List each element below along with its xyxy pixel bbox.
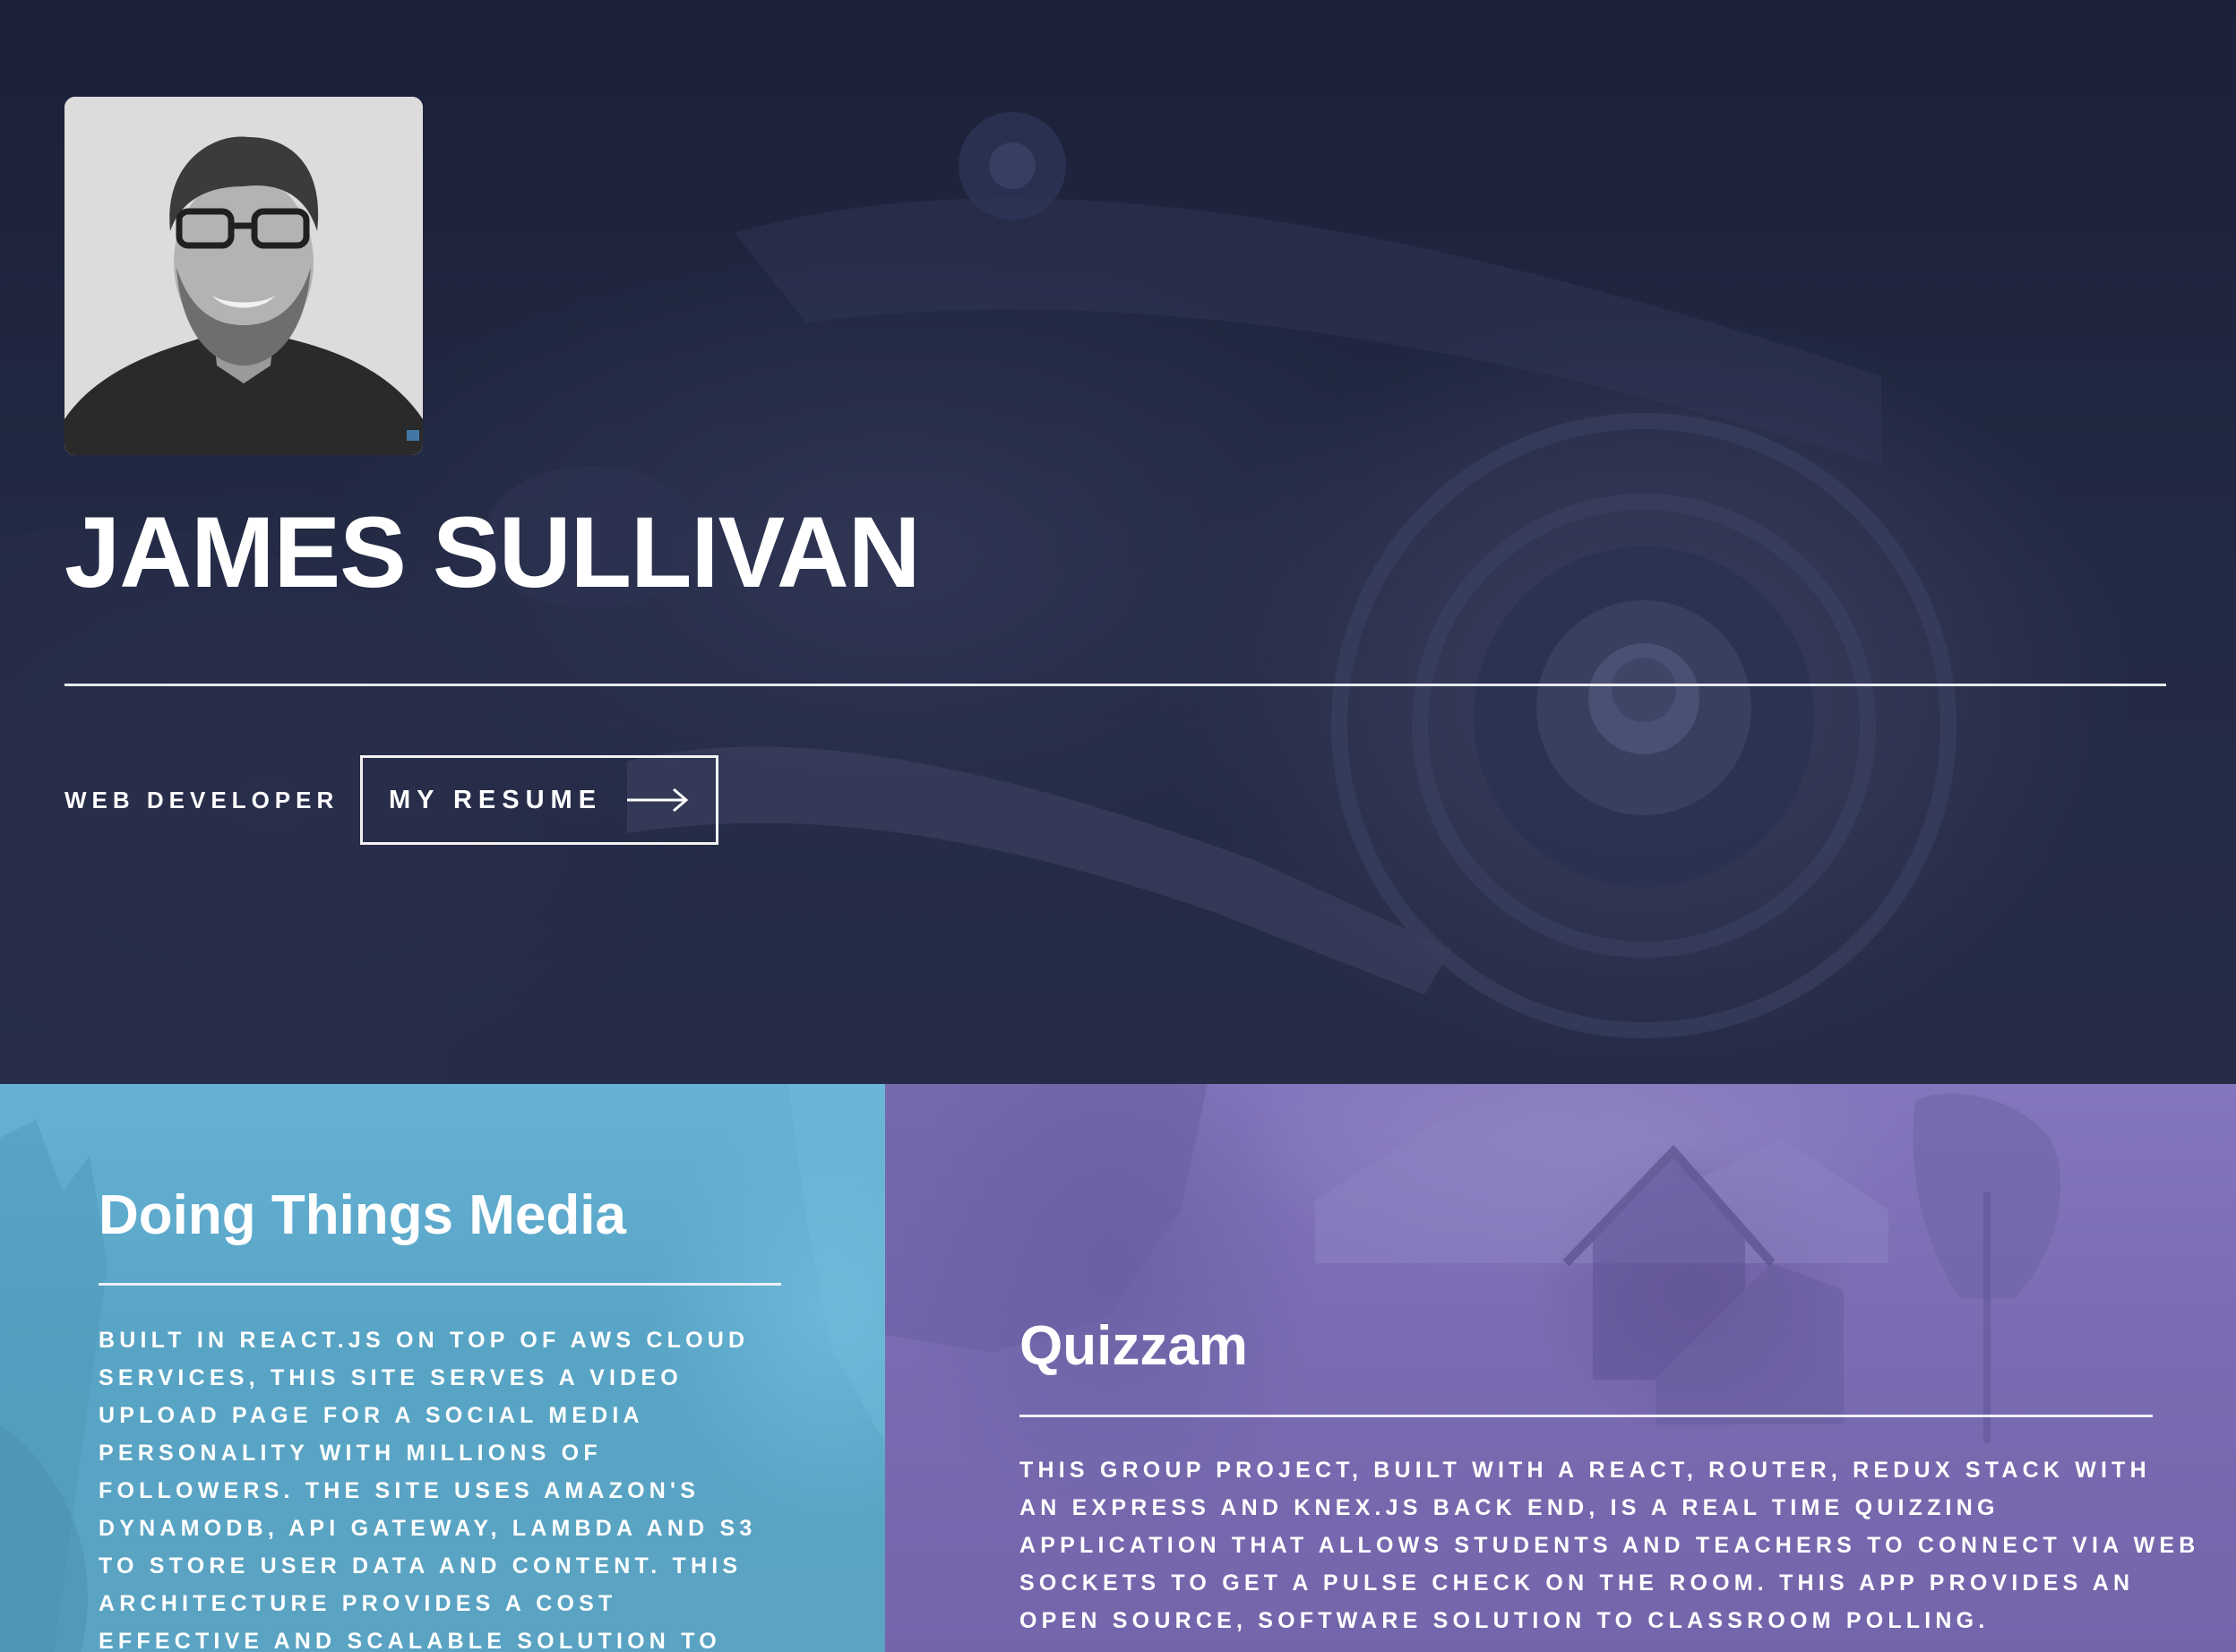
job-title: WEB DEVELOPER — [64, 787, 340, 813]
hero-divider — [64, 684, 2166, 686]
resume-button-label: MY RESUME — [388, 785, 603, 814]
hero-section: JAMES SULLIVAN WEB DEVELOPER MY RESUME — [0, 0, 2236, 1084]
arrow-right-icon — [627, 787, 689, 813]
project-divider — [1019, 1415, 2153, 1417]
project-description: THIS GROUP PROJECT, BUILT WITH A REACT, … — [1019, 1458, 2200, 1633]
profile-name: JAMES SULLIVAN — [64, 496, 921, 608]
project-title: Doing Things Media — [99, 1184, 626, 1246]
project-card-quizzam[interactable]: Quizzam THIS GROUP PROJECT, BUILT WITH A… — [885, 1084, 2236, 1652]
project-card-doing-things-media[interactable]: Doing Things Media BUILT IN REACT.JS ON … — [0, 1084, 885, 1652]
project-divider — [99, 1283, 781, 1286]
resume-button[interactable]: MY RESUME — [360, 755, 718, 845]
project-title: Quizzam — [1019, 1315, 1248, 1377]
profile-photo — [64, 97, 423, 455]
portrait-icon — [64, 97, 423, 455]
project-description: BUILT IN REACT.JS ON TOP OF AWS CLOUD SE… — [99, 1328, 757, 1652]
